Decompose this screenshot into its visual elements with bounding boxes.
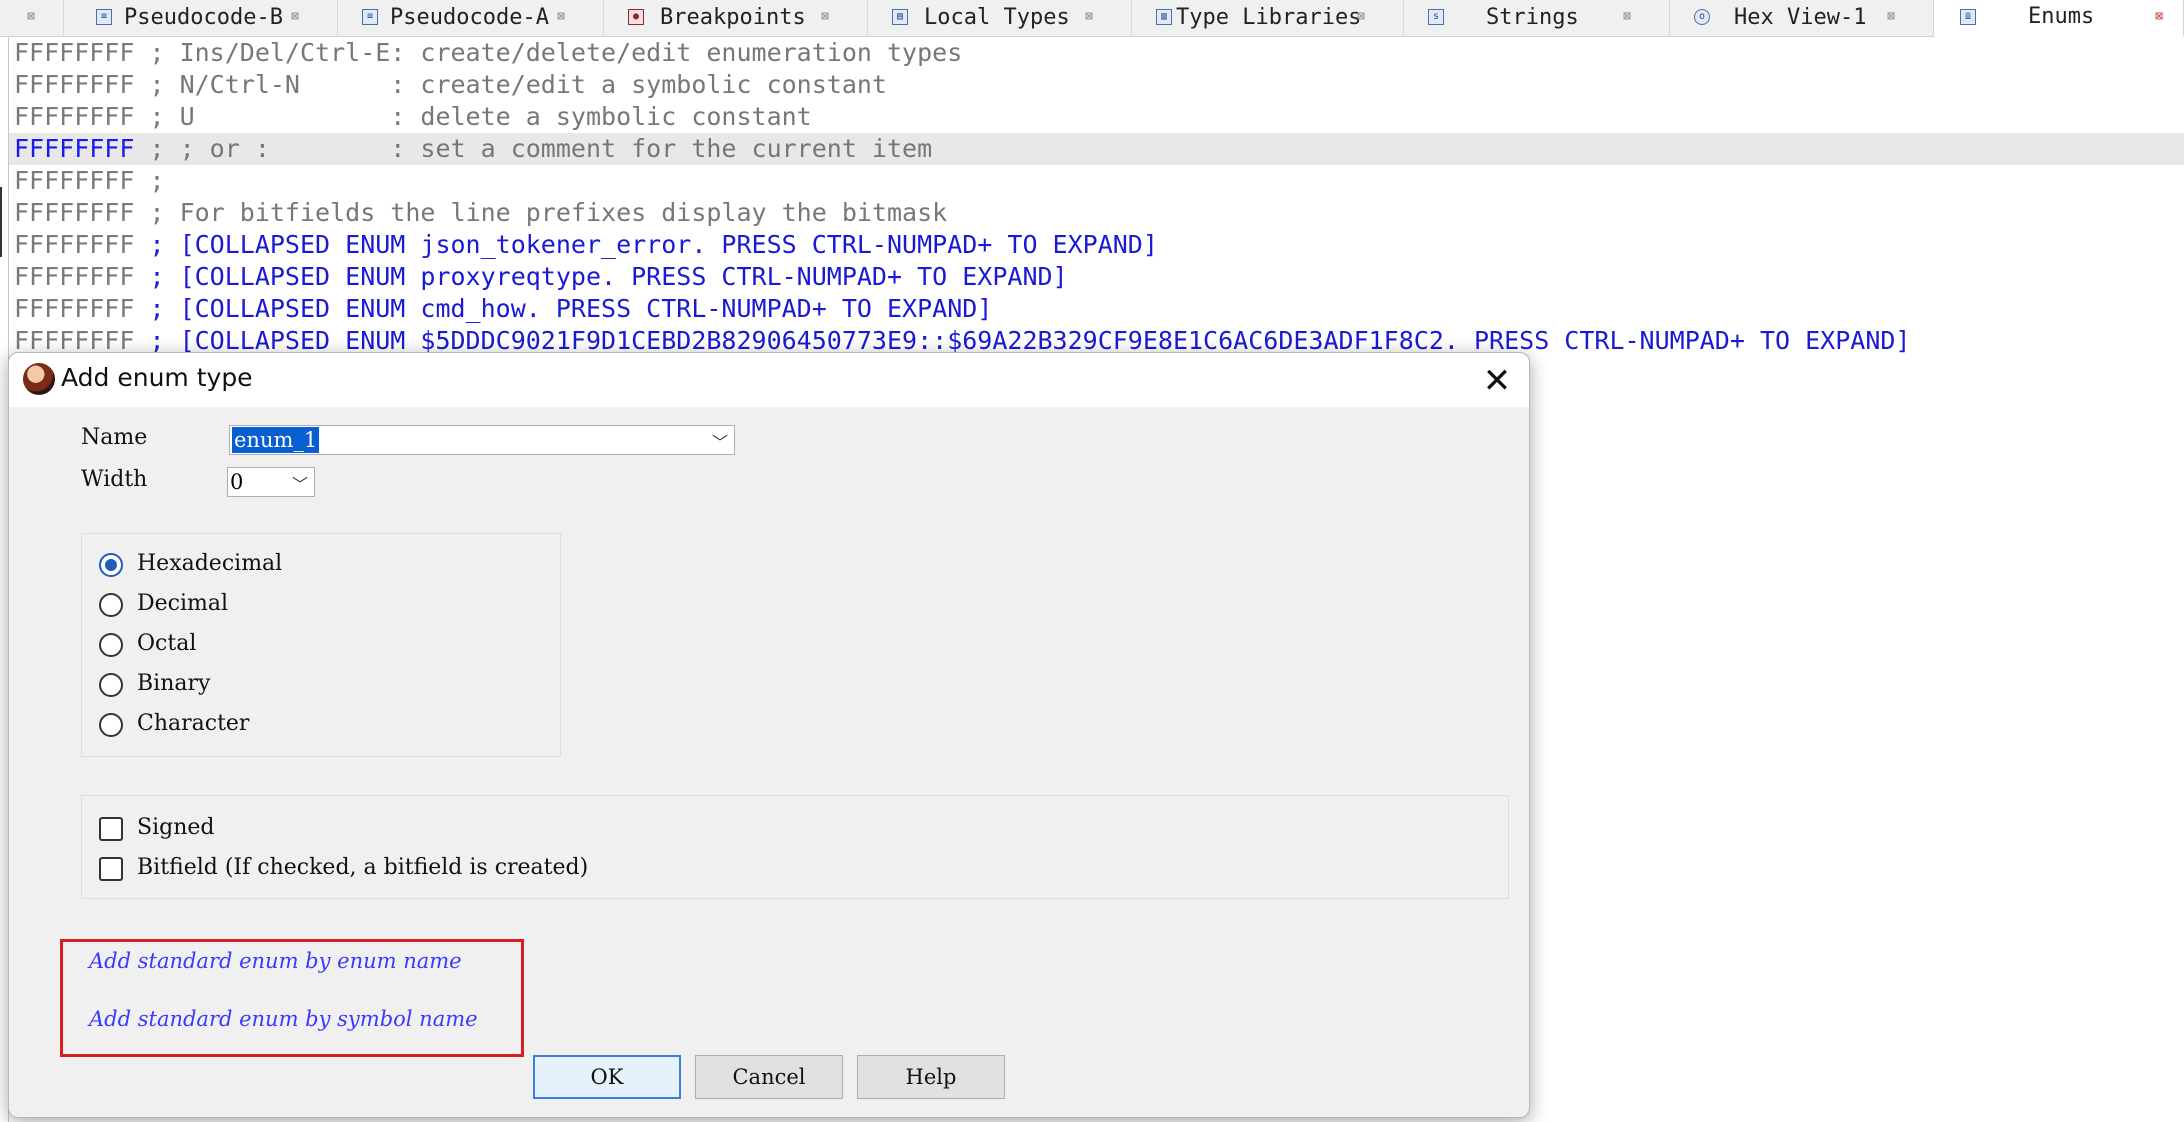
chevron-down-icon[interactable]: ﹀ (292, 471, 308, 495)
radio-octal[interactable] (99, 633, 123, 657)
signed-checkbox[interactable] (99, 817, 123, 841)
listing-line[interactable]: FFFFFFFF ; (14, 165, 165, 197)
listing-line[interactable]: FFFFFFFF ; Ins/Del/Ctrl-E: create/delete… (14, 37, 962, 69)
collapsed-enum-line[interactable]: FFFFFFFF ; [COLLAPSED ENUM cmd_how. PRES… (14, 293, 992, 325)
chevron-down-icon[interactable]: ﹀ (712, 429, 728, 453)
strings-icon: s (1428, 9, 1444, 25)
cancel-button[interactable]: Cancel (695, 1055, 843, 1099)
bitfield-checkbox[interactable] (99, 857, 123, 881)
local-types-icon: ▤ (892, 9, 908, 25)
collapsed-enum-line[interactable]: FFFFFFFF ; [COLLAPSED ENUM proxyreqtype.… (14, 261, 1068, 293)
name-label: Name (81, 425, 148, 450)
radio-binary[interactable] (99, 673, 123, 697)
radio-label: Decimal (137, 591, 229, 616)
tab-strings[interactable]: s Strings ⊠ (1404, 0, 1670, 36)
close-icon[interactable]: ⊠ (1082, 10, 1096, 24)
radio-label: Binary (137, 671, 211, 696)
listing-line[interactable]: FFFFFFFF ; For bitfields the line prefix… (14, 197, 947, 229)
bitfield-label: Bitfield (If checked, a bitfield is crea… (137, 855, 589, 880)
pseudocode-icon: ≡ (96, 9, 112, 25)
enums-icon: ≣ (1960, 9, 1976, 25)
tab-partial[interactable]: ⊠ (0, 0, 64, 36)
close-icon[interactable]: ⊠ (288, 10, 302, 24)
close-icon[interactable]: ⊠ (2152, 10, 2166, 24)
pseudocode-icon: ≡ (362, 9, 378, 25)
ok-button[interactable]: OK (533, 1055, 681, 1099)
tab-bar: ⊠ ≡ Pseudocode-B ⊠ ≡ Pseudocode-A ⊠ ● Br… (0, 0, 2184, 37)
tab-local-types[interactable]: ▤ Local Types ⊠ (868, 0, 1132, 36)
close-icon[interactable]: ✕ (1477, 361, 1517, 401)
breakpoints-icon: ● (628, 9, 644, 25)
listing-line[interactable]: FFFFFFFF ; U : delete a symbolic constan… (14, 101, 812, 133)
radio-character[interactable] (99, 713, 123, 737)
add-enum-dialog: Add enum type ✕ Name enum_1 ﹀ Width 0 ﹀ … (8, 352, 1530, 1118)
type-libraries-icon: ▥ (1156, 9, 1172, 25)
width-combobox[interactable]: 0 ﹀ (227, 467, 315, 497)
close-icon[interactable]: ⊠ (24, 10, 38, 24)
radio-hexadecimal[interactable] (99, 553, 123, 577)
radio-label: Character (137, 711, 250, 736)
radio-label: Hexadecimal (137, 551, 283, 576)
tab-enums[interactable]: ≣ Enums ⊠ (1934, 0, 2184, 37)
radio-label: Octal (137, 631, 197, 656)
app-icon (23, 363, 55, 395)
help-button[interactable]: Help (857, 1055, 1005, 1099)
close-icon[interactable]: ⊠ (1884, 10, 1898, 24)
listing-line-current[interactable]: FFFFFFFF ; ; or : : set a comment for th… (9, 133, 2184, 165)
name-value[interactable]: enum_1 (232, 427, 320, 453)
arrow-marker (0, 187, 9, 257)
dialog-titlebar[interactable]: Add enum type ✕ (9, 353, 1529, 407)
tab-pseudocode-a[interactable]: ≡ Pseudocode-A ⊠ (338, 0, 604, 36)
tab-breakpoints[interactable]: ● Breakpoints ⊠ (604, 0, 868, 36)
close-icon[interactable]: ⊠ (1620, 10, 1634, 24)
width-value[interactable]: 0 (230, 469, 243, 495)
hex-view-icon: o (1694, 9, 1710, 25)
add-by-enum-name-link[interactable]: Add standard enum by enum name (89, 949, 462, 973)
collapsed-enum-line[interactable]: FFFFFFFF ; [COLLAPSED ENUM json_tokener_… (14, 229, 1158, 261)
add-by-symbol-name-link[interactable]: Add standard enum by symbol name (89, 1007, 478, 1031)
signed-label: Signed (137, 815, 215, 840)
tab-pseudocode-b[interactable]: ≡ Pseudocode-B ⊠ (64, 0, 338, 36)
close-icon[interactable]: ⊠ (1354, 10, 1368, 24)
tab-hex-view[interactable]: o Hex View-1 ⊠ (1670, 0, 1934, 36)
listing-line[interactable]: FFFFFFFF ; N/Ctrl-N : create/edit a symb… (14, 69, 887, 101)
tab-type-libraries[interactable]: ▥ Type Libraries ⊠ (1132, 0, 1404, 36)
width-label: Width (81, 467, 148, 492)
radio-decimal[interactable] (99, 593, 123, 617)
dialog-title: Add enum type (61, 363, 253, 392)
close-icon[interactable]: ⊠ (818, 10, 832, 24)
close-icon[interactable]: ⊠ (554, 10, 568, 24)
flags-group (81, 795, 1509, 899)
name-combobox[interactable]: enum_1 ﹀ (229, 425, 735, 455)
